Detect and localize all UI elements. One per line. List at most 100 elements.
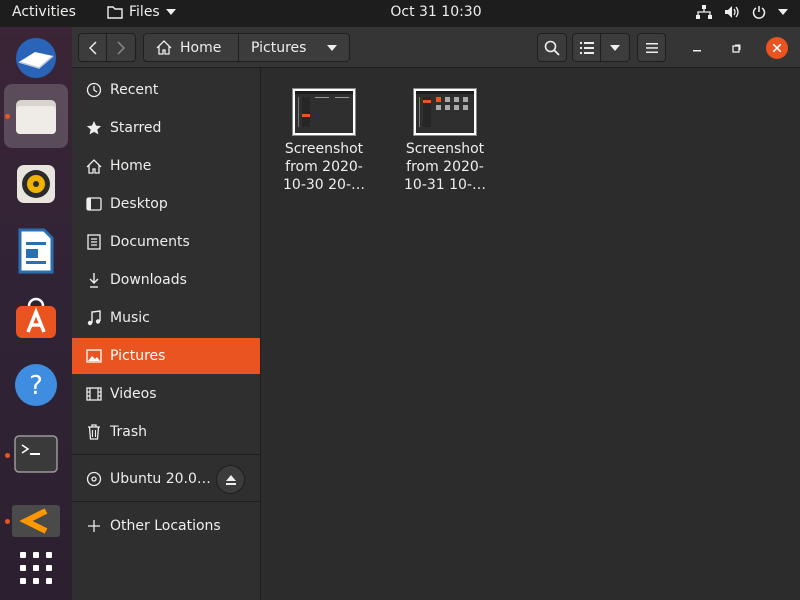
clock[interactable]: Oct 31 10:30 [0, 4, 800, 20]
sidebar-item-label: Home [110, 158, 152, 174]
show-applications-button[interactable] [4, 536, 68, 600]
sidebar-item-label: Recent [110, 82, 159, 98]
sidebar-item-label: Music [110, 310, 150, 326]
star-icon [86, 120, 102, 136]
system-tray[interactable] [696, 5, 788, 19]
sidebar-item-label: Desktop [110, 196, 168, 212]
sidebar-item-starred[interactable]: Starred [72, 110, 260, 146]
sublime-text-icon [12, 505, 60, 537]
caret-down-icon [610, 44, 620, 51]
network-icon [696, 5, 712, 19]
home-icon [86, 158, 102, 174]
menu-button[interactable] [637, 33, 666, 62]
caret-down-icon [778, 9, 788, 15]
sidebar-item-label: Ubuntu 20.0… [110, 471, 211, 487]
sidebar-item-documents[interactable]: Documents [72, 224, 260, 260]
view-options-group [572, 33, 630, 62]
sidebar-item-trash[interactable]: Trash [72, 414, 260, 450]
sidebar-item-label: Documents [110, 234, 190, 250]
rhythmbox-icon [17, 165, 55, 203]
plus-icon [86, 518, 102, 534]
path-segment-home[interactable]: Home [144, 34, 239, 61]
dock-terminal[interactable] [4, 422, 68, 486]
list-view-button[interactable] [573, 34, 602, 61]
picture-icon [86, 348, 102, 364]
path-bar: Home Pictures [143, 33, 350, 62]
sidebar-item-label: Trash [110, 424, 147, 440]
minimize-icon [693, 50, 701, 52]
file-thumbnail [292, 88, 356, 136]
download-icon [86, 272, 102, 288]
sidebar-item-label: Downloads [110, 272, 187, 288]
minimize-button[interactable] [688, 39, 706, 57]
path-segment-pictures[interactable]: Pictures [239, 34, 349, 61]
sidebar-item-pictures[interactable]: Pictures [72, 338, 260, 374]
running-indicator [5, 114, 10, 119]
power-icon [752, 6, 766, 19]
hamburger-icon [645, 42, 658, 53]
top-bar: Activities Files Oct 31 10:30 [0, 0, 800, 27]
restore-icon [731, 44, 740, 53]
music-icon [86, 310, 102, 326]
app-grid-icon [20, 552, 52, 584]
back-button[interactable] [79, 34, 107, 61]
forward-button[interactable] [107, 34, 135, 61]
svg-text:?: ? [29, 371, 43, 401]
sidebar-item-recent[interactable]: Recent [72, 72, 260, 108]
sidebar-item-label: Other Locations [110, 518, 221, 534]
trash-icon [86, 424, 102, 440]
sidebar-item-downloads[interactable]: Downloads [72, 262, 260, 298]
clock-icon [86, 82, 102, 98]
close-button[interactable] [766, 37, 788, 59]
volume-icon [725, 6, 739, 18]
thunderbird-icon [16, 38, 56, 78]
file-item[interactable]: Screenshot from 2020- 10-31 10-… [393, 88, 497, 194]
file-item[interactable]: Screenshot from 2020- 10-30 20-… [272, 88, 376, 194]
history-nav [78, 33, 136, 62]
sidebar-separator [72, 454, 260, 455]
sidebar-item-label: Videos [110, 386, 157, 402]
terminal-icon [14, 435, 58, 473]
sidebar-item-label: Starred [110, 120, 162, 136]
file-thumbnail [413, 88, 477, 136]
sidebar-separator [72, 501, 260, 502]
chevron-left-icon [88, 40, 97, 55]
dock: ? [0, 27, 72, 600]
header-bar: Home Pictures [72, 27, 800, 68]
desktop-icon [86, 196, 102, 212]
home-icon [156, 40, 172, 55]
file-view[interactable]: Screenshot from 2020- 10-30 20-… Screens… [261, 68, 800, 600]
sidebar-item-label: Pictures [110, 348, 166, 364]
search-button[interactable] [537, 33, 567, 62]
chevron-right-icon [117, 40, 125, 55]
running-indicator [5, 519, 10, 524]
dock-thunderbird[interactable] [4, 27, 68, 91]
search-icon [544, 40, 560, 56]
sidebar-item-other-locations[interactable]: Other Locations [72, 508, 260, 544]
file-name: Screenshot from 2020- 10-31 10-… [404, 141, 486, 193]
dock-help[interactable]: ? [4, 353, 68, 417]
view-options-dropdown[interactable] [601, 34, 629, 61]
sidebar-item-videos[interactable]: Videos [72, 376, 260, 412]
file-name: Screenshot from 2020- 10-30 20-… [283, 141, 365, 193]
sidebar: Recent Starred Home Desktop Documents Do… [72, 68, 261, 600]
film-icon [86, 386, 102, 402]
dock-files[interactable] [4, 84, 68, 148]
software-center-icon [16, 297, 56, 338]
running-indicator [5, 453, 10, 458]
dock-rhythmbox[interactable] [4, 152, 68, 216]
files-icon [16, 100, 56, 134]
sidebar-item-home[interactable]: Home [72, 148, 260, 184]
maximize-button[interactable] [727, 39, 745, 57]
close-icon [773, 44, 781, 52]
dock-software[interactable] [4, 286, 68, 350]
document-icon [86, 234, 102, 250]
help-icon: ? [15, 364, 57, 406]
path-segment-label: Home [180, 39, 222, 56]
caret-down-icon [327, 44, 337, 51]
sidebar-item-desktop[interactable]: Desktop [72, 186, 260, 222]
sidebar-item-music[interactable]: Music [72, 300, 260, 336]
eject-button[interactable] [216, 465, 245, 494]
dock-libreoffice-writer[interactable] [4, 219, 68, 283]
writer-icon [18, 228, 54, 274]
